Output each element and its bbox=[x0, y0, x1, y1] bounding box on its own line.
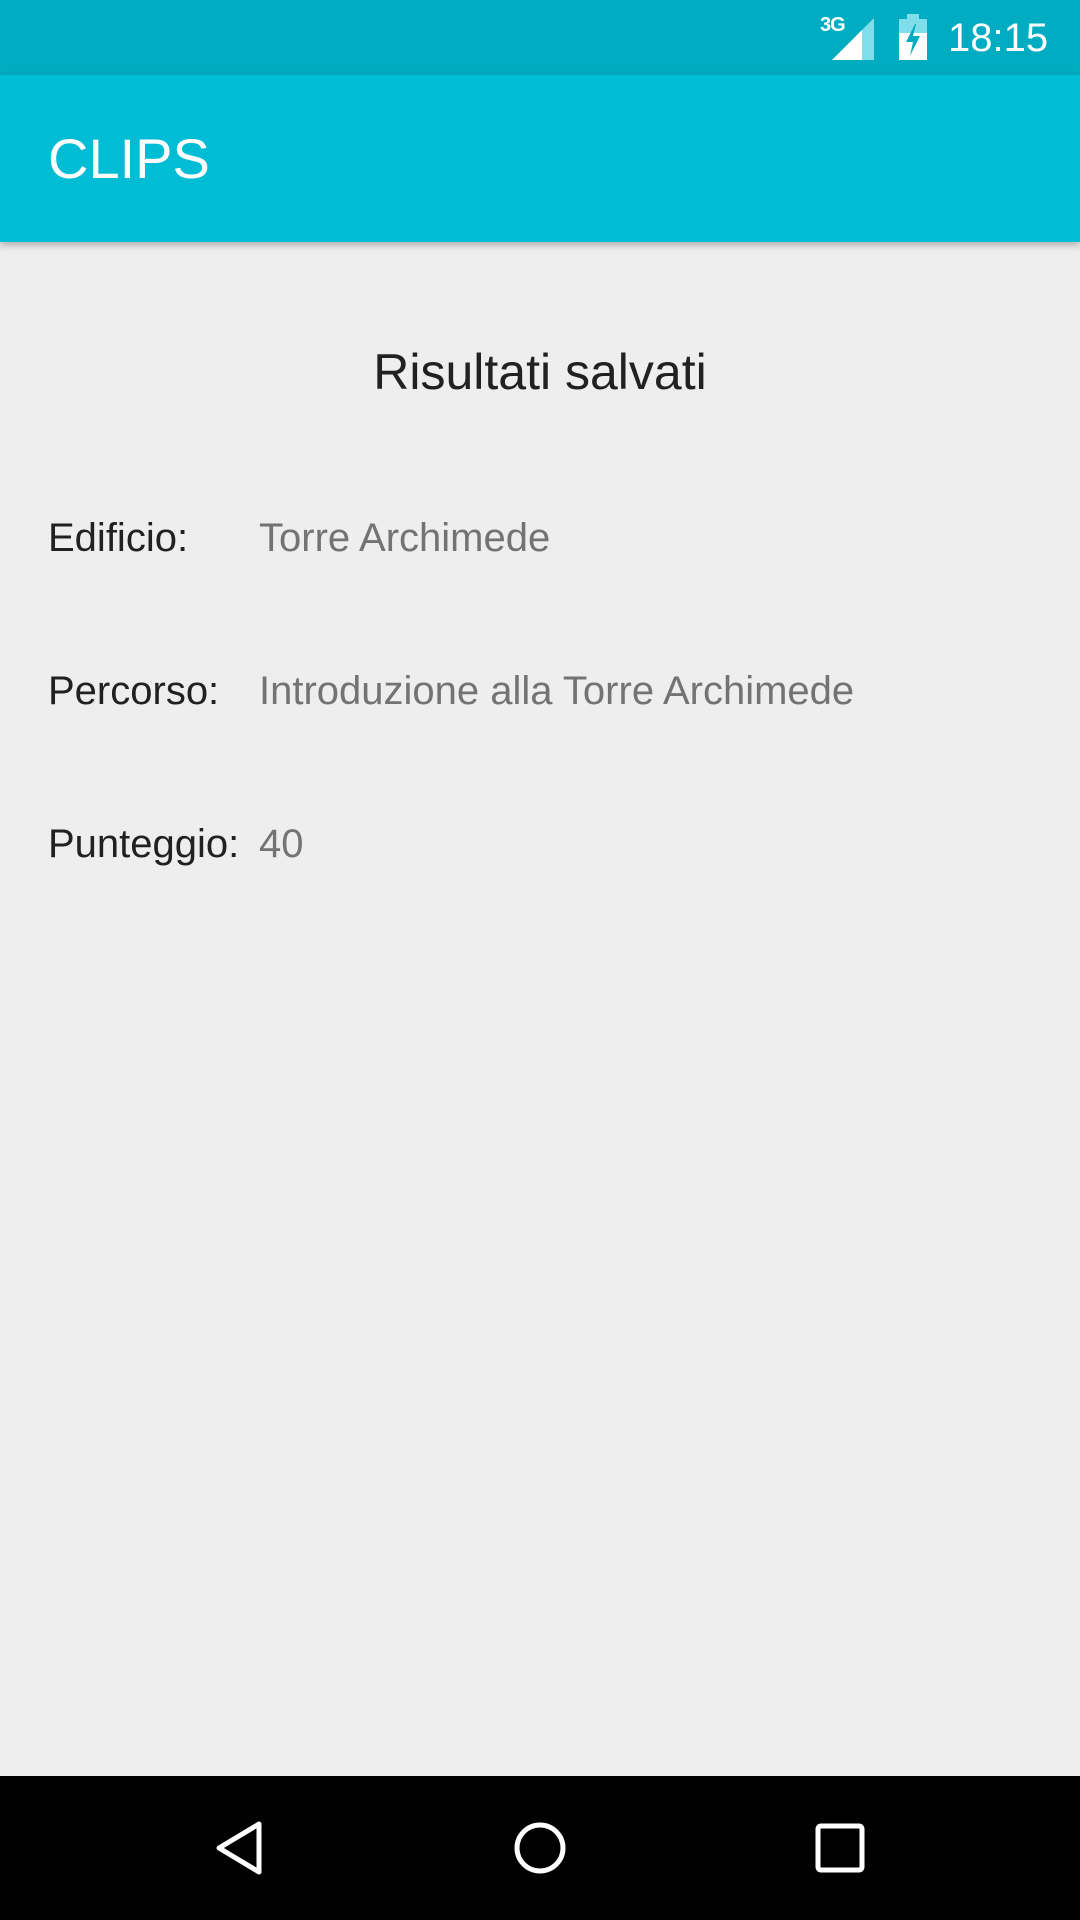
app-bar: CLIPS bbox=[0, 75, 1080, 242]
status-bar: 3G 18:15 bbox=[0, 0, 1080, 75]
route-label: Percorso: bbox=[48, 669, 220, 713]
battery-charging-icon bbox=[899, 14, 927, 60]
back-icon[interactable] bbox=[205, 1813, 275, 1883]
page-title: Risultati salvati bbox=[373, 344, 707, 400]
home-icon[interactable] bbox=[505, 1813, 575, 1883]
clock: 18:15 bbox=[948, 16, 1049, 60]
recents-icon[interactable] bbox=[805, 1813, 875, 1883]
score-value: 40 bbox=[259, 822, 304, 866]
signal-icon bbox=[832, 18, 874, 60]
score-label: Punteggio: bbox=[48, 822, 240, 866]
navigation-bar bbox=[0, 1776, 1080, 1920]
building-label: Edificio: bbox=[48, 516, 189, 560]
app-title: CLIPS bbox=[48, 127, 210, 190]
route-value: Introduzione alla Torre Archimede bbox=[259, 669, 855, 713]
building-value: Torre Archimede bbox=[259, 516, 551, 560]
